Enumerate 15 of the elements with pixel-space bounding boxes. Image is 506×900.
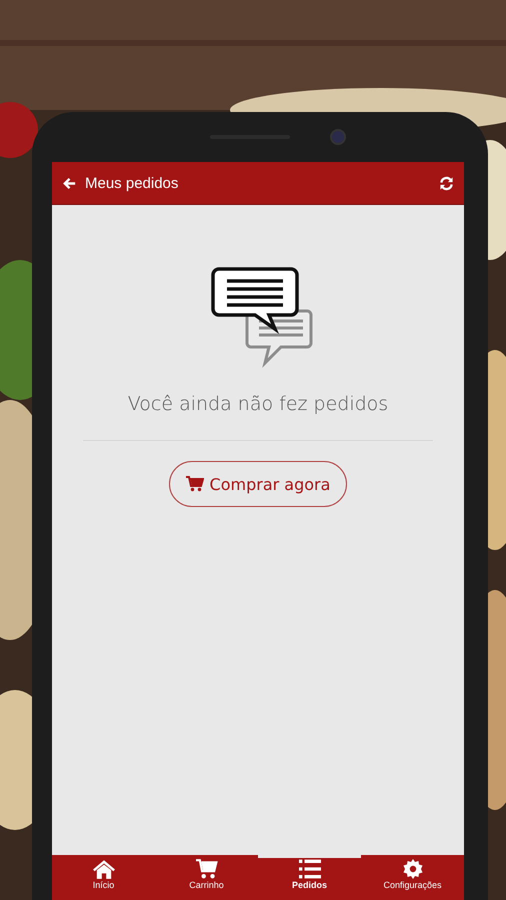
- cart-icon: [196, 859, 218, 879]
- home-icon: [92, 859, 114, 879]
- nav-tab[interactable]: Pedidos: [258, 855, 361, 900]
- cart-icon: [186, 476, 204, 492]
- screen-title: Meus pedidos: [85, 174, 180, 192]
- camera-lens: [330, 129, 346, 145]
- refresh-icon[interactable]: [439, 176, 454, 190]
- back-arrow-icon[interactable]: [62, 176, 77, 190]
- list-icon: [298, 859, 320, 879]
- nav-tab[interactable]: Configurações: [361, 855, 464, 900]
- empty-message: Você ainda não fez pedidos: [128, 393, 388, 415]
- buy-now-button[interactable]: Comprar agora: [168, 461, 348, 507]
- nav-tab[interactable]: Carrinho: [155, 855, 258, 900]
- gear-icon: [402, 859, 424, 879]
- nav-tab[interactable]: Início: [52, 855, 155, 900]
